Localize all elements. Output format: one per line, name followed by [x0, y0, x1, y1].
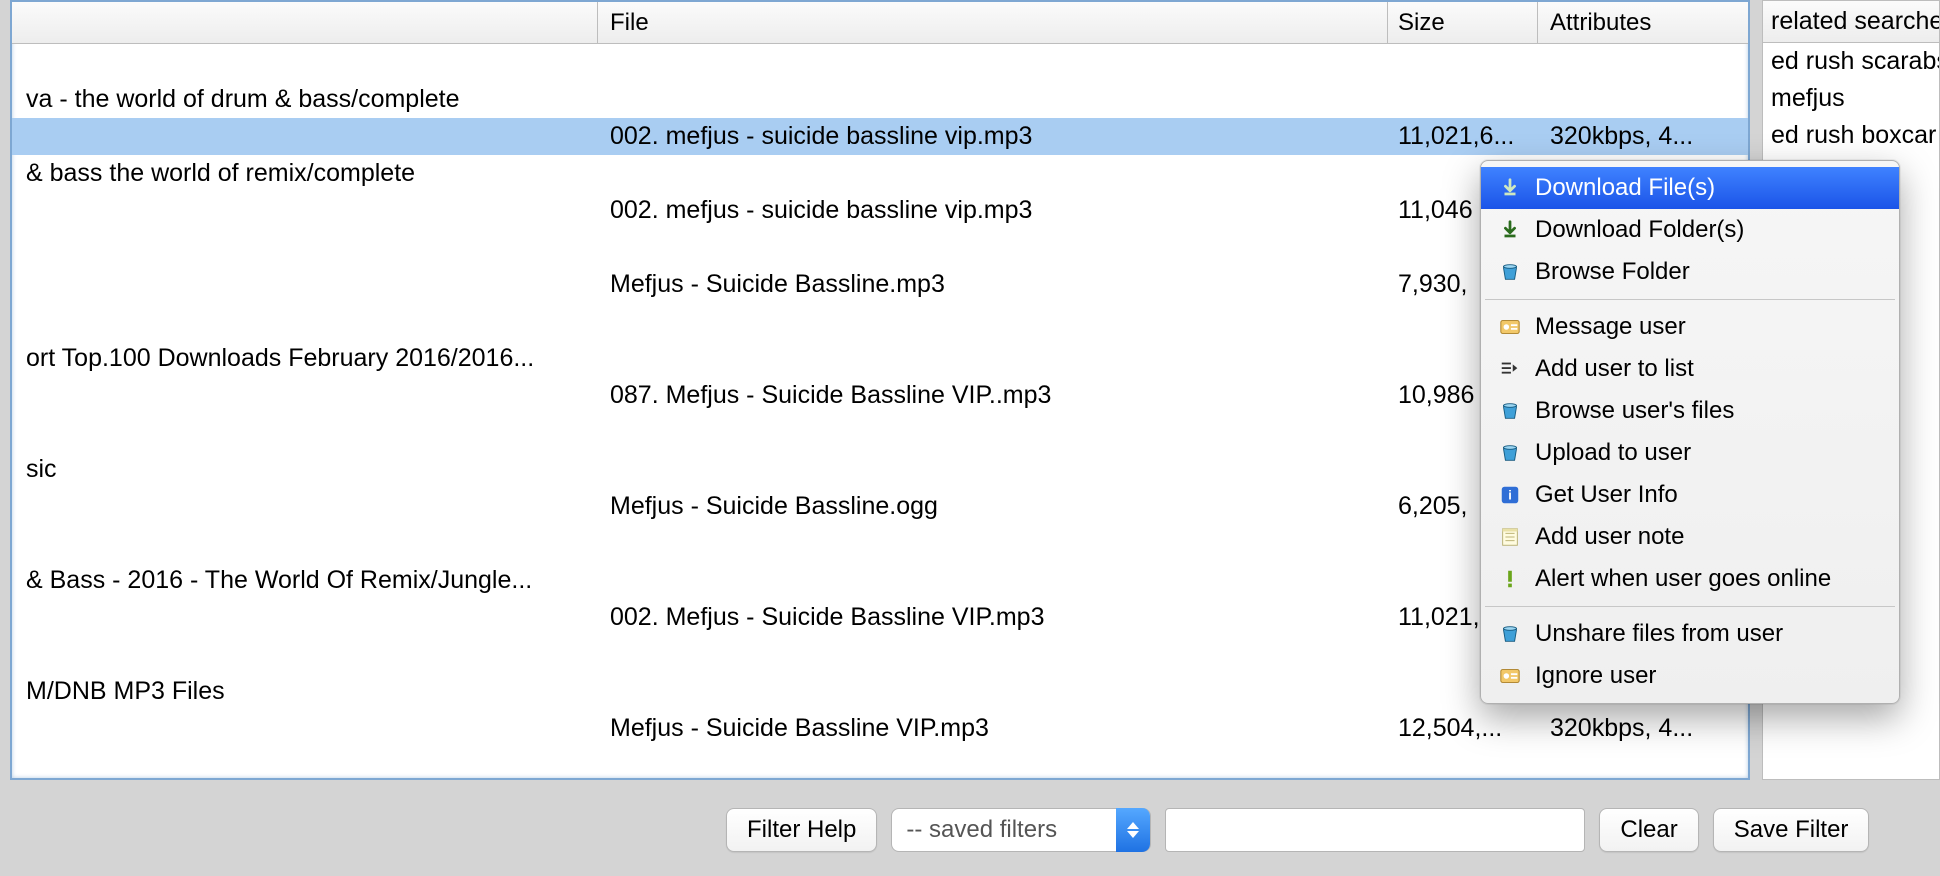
- menu-item[interactable]: Download Folder(s): [1481, 209, 1899, 251]
- menu-separator: [1485, 299, 1895, 300]
- related-searches-header[interactable]: related searches: [1763, 1, 1939, 43]
- cup-icon: [1499, 442, 1521, 464]
- cell-file: 002. Mefjus - Suicide Bassline VIP.mp3: [598, 603, 1388, 632]
- related-search-item[interactable]: ed rush boxcar: [1763, 117, 1939, 154]
- select-stepper-icon: [1116, 808, 1150, 852]
- column-header-attributes[interactable]: Attributes: [1538, 2, 1748, 43]
- column-header-file[interactable]: File: [598, 2, 1388, 43]
- svg-text:i: i: [1508, 488, 1512, 503]
- related-search-item[interactable]: mefjus: [1763, 80, 1939, 117]
- clear-button[interactable]: Clear: [1599, 808, 1698, 852]
- file-row[interactable]: 002. mefjus - suicide bassline vip.mp311…: [12, 118, 1748, 155]
- cup-icon: [1499, 261, 1521, 283]
- menu-item-label: Upload to user: [1535, 439, 1691, 467]
- menu-item[interactable]: Add user to list: [1481, 348, 1899, 390]
- saved-filters-label: -- saved filters: [906, 816, 1116, 844]
- cell-attributes: 320kbps, 4...: [1538, 714, 1748, 743]
- file-row[interactable]: Mefjus - Suicide Bassline VIP.mp312,504,…: [12, 710, 1748, 747]
- menu-item-label: Browse user's files: [1535, 397, 1734, 425]
- related-search-item[interactable]: ed rush scarabs: [1763, 43, 1939, 80]
- menu-item[interactable]: Message user: [1481, 306, 1899, 348]
- menu-item[interactable]: Unshare files from user: [1481, 613, 1899, 655]
- menu-item-label: Ignore user: [1535, 662, 1656, 690]
- column-header-blank[interactable]: [12, 2, 598, 43]
- saved-filters-select[interactable]: -- saved filters: [891, 808, 1151, 852]
- filter-input[interactable]: [1165, 808, 1585, 852]
- cell-file: 002. mefjus - suicide bassline vip.mp3: [598, 122, 1388, 151]
- menu-item-label: Unshare files from user: [1535, 620, 1783, 648]
- user-card-icon: [1499, 665, 1521, 687]
- cell-size: 11,021,6...: [1388, 122, 1538, 151]
- user-card-icon: [1499, 316, 1521, 338]
- cup-icon: [1499, 400, 1521, 422]
- cell-file: 087. Mefjus - Suicide Bassline VIP..mp3: [598, 381, 1388, 410]
- menu-item-label: Download File(s): [1535, 174, 1715, 202]
- menu-item[interactable]: i Get User Info: [1481, 474, 1899, 516]
- cell-path: & Bass - 2016 - The World Of Remix/Jungl…: [12, 566, 598, 595]
- cell-file: Mefjus - Suicide Bassline.mp3: [598, 270, 1388, 299]
- menu-item-label: Message user: [1535, 313, 1686, 341]
- menu-item-label: Get User Info: [1535, 481, 1678, 509]
- cell-attributes: 320kbps, 4...: [1538, 122, 1748, 151]
- cell-file: Mefjus - Suicide Bassline VIP.mp3: [598, 714, 1388, 743]
- list-arrow-icon: [1499, 358, 1521, 380]
- menu-item-label: Alert when user goes online: [1535, 565, 1831, 593]
- menu-item[interactable]: Browse Folder: [1481, 251, 1899, 293]
- menu-item-label: Add user to list: [1535, 355, 1694, 383]
- cell-path: M/DNB MP3 Files: [12, 677, 598, 706]
- cell-file: Mefjus - Suicide Bassline.ogg: [598, 492, 1388, 521]
- cell-path: va - the world of drum & bass/complete: [12, 85, 598, 114]
- menu-item[interactable]: Download File(s): [1481, 167, 1899, 209]
- note-icon: [1499, 526, 1521, 548]
- info-icon: i: [1499, 484, 1521, 506]
- cell-size: 12,504,...: [1388, 714, 1538, 743]
- menu-item[interactable]: Browse user's files: [1481, 390, 1899, 432]
- menu-item[interactable]: Ignore user: [1481, 655, 1899, 697]
- menu-item[interactable]: Upload to user: [1481, 432, 1899, 474]
- cell-file: 002. mefjus - suicide bassline vip.mp3: [598, 196, 1388, 225]
- column-header-size[interactable]: Size: [1388, 2, 1538, 43]
- cell-path: & bass the world of remix/complete: [12, 159, 598, 188]
- menu-separator: [1485, 606, 1895, 607]
- cell-path: ort Top.100 Downloads February 2016/2016…: [12, 344, 598, 373]
- blank-row: [12, 44, 1748, 81]
- excl-icon: [1499, 568, 1521, 590]
- menu-item-label: Browse Folder: [1535, 258, 1690, 286]
- folder-row[interactable]: va - the world of drum & bass/complete: [12, 81, 1748, 118]
- arrow-green-icon: [1499, 177, 1521, 199]
- menu-item-label: Download Folder(s): [1535, 216, 1744, 244]
- menu-item[interactable]: Add user note: [1481, 516, 1899, 558]
- filter-help-button[interactable]: Filter Help: [726, 808, 877, 852]
- cup-icon: [1499, 623, 1521, 645]
- cell-path: sic: [12, 455, 598, 484]
- menu-item-label: Add user note: [1535, 523, 1684, 551]
- context-menu: Download File(s) Download Folder(s) Browse…: [1480, 160, 1900, 704]
- menu-item[interactable]: Alert when user goes online: [1481, 558, 1899, 600]
- results-header: File Size Attributes: [12, 2, 1748, 44]
- arrow-green-icon: [1499, 219, 1521, 241]
- filter-bar: Filter Help -- saved filters Clear Save …: [10, 800, 1940, 860]
- save-filter-button[interactable]: Save Filter: [1713, 808, 1870, 852]
